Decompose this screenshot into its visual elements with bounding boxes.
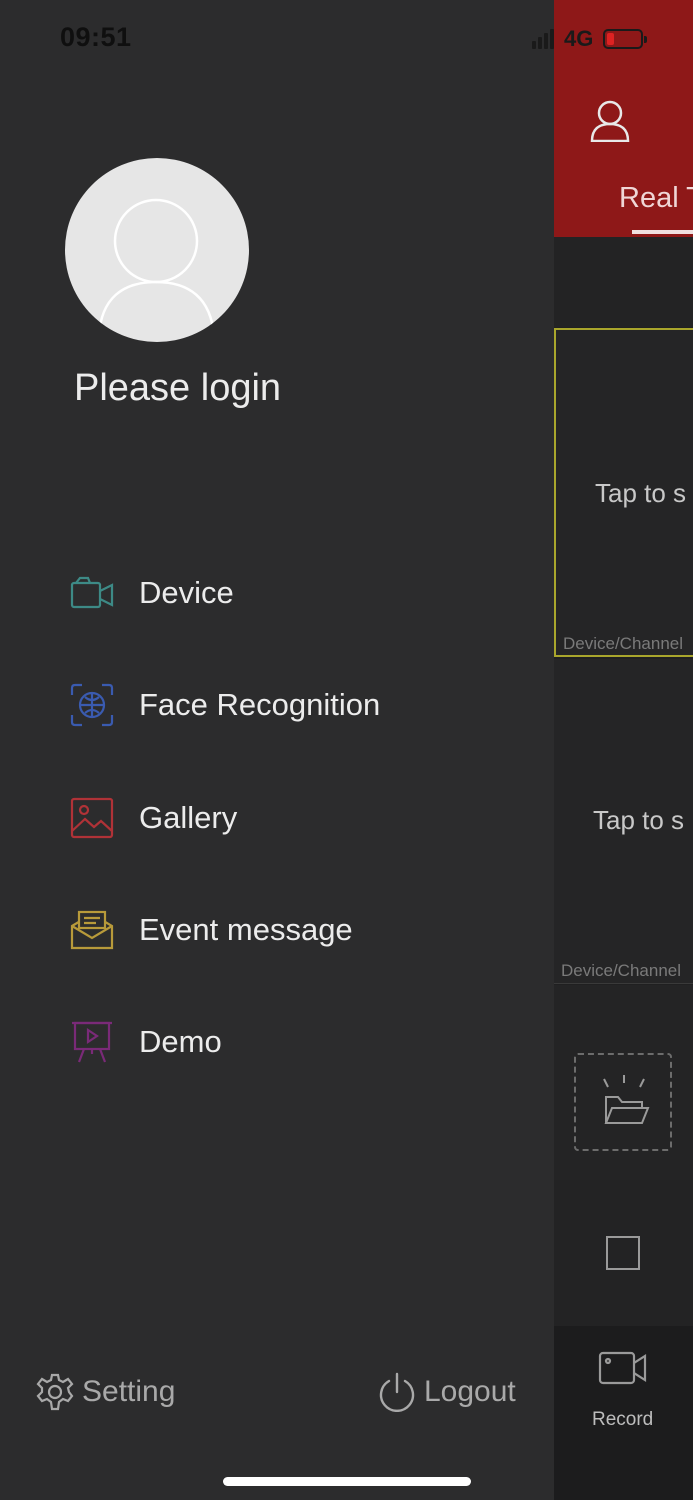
menu-label: Face Recognition (139, 687, 381, 722)
tap-to-select-text: Tap to s (595, 478, 687, 508)
battery-icon (603, 29, 648, 49)
menu-item-gallery[interactable]: Gallery (70, 788, 510, 848)
camera-icon (70, 571, 114, 615)
tab-real-time[interactable]: Real T (619, 182, 693, 215)
gallery-icon (70, 796, 114, 840)
user-icon[interactable] (590, 100, 630, 142)
menu-label: Device (139, 575, 234, 610)
demo-presentation-icon (70, 1020, 114, 1064)
menu-item-event-message[interactable]: Event message (70, 900, 510, 960)
avatar[interactable] (65, 158, 249, 342)
background-app[interactable]: Real T Tap to s Device/Channel Tap to s … (554, 0, 693, 1500)
add-folder-button[interactable] (574, 1053, 672, 1151)
login-prompt[interactable]: Please login (74, 367, 281, 410)
face-recognition-icon (70, 683, 114, 727)
app-screen: Real T Tap to s Device/Channel Tap to s … (0, 0, 693, 1500)
open-folder-icon (603, 1075, 650, 1124)
tab-record[interactable]: Record (592, 1409, 653, 1431)
channel-label: Device/Channel (561, 961, 682, 980)
user-avatar-placeholder-icon (97, 198, 216, 337)
active-tab-indicator (632, 230, 693, 234)
menu-label: Gallery (139, 800, 238, 835)
status-indicators: 4G (532, 26, 648, 52)
network-type: 4G (564, 26, 594, 51)
setting-button[interactable]: Setting (36, 1360, 175, 1424)
signal-icon (532, 29, 554, 49)
home-indicator[interactable] (223, 1477, 471, 1486)
power-icon (379, 1372, 415, 1412)
video-channel-1[interactable]: Tap to s Device/Channel (554, 328, 693, 657)
drawer-footer: Setting Logout (0, 1360, 554, 1424)
menu-item-demo[interactable]: Demo (70, 1012, 510, 1072)
status-time: 09:51 (60, 22, 132, 52)
tap-to-select-text: Tap to s (593, 805, 685, 835)
menu-label: Event message (139, 912, 353, 947)
setting-label: Setting (82, 1375, 176, 1408)
logout-button[interactable]: Logout (378, 1360, 516, 1424)
bottom-tab-bar: Record (554, 1326, 693, 1500)
menu-item-device[interactable]: Device (70, 563, 510, 623)
channel-label: Device/Channel (563, 634, 684, 653)
menu-item-face-recognition[interactable]: Face Recognition (70, 675, 510, 735)
toolbar-strip (554, 237, 693, 327)
video-record-icon[interactable] (598, 1350, 648, 1386)
select-area (554, 1180, 693, 1326)
video-channel-2[interactable]: Tap to s Device/Channel (554, 659, 693, 984)
side-drawer: Please login Device Face Recognition Gal… (0, 0, 554, 1500)
gear-icon (36, 1373, 74, 1411)
menu-label: Demo (139, 1024, 222, 1059)
logout-label: Logout (424, 1375, 516, 1408)
event-message-icon (70, 908, 114, 952)
add-folder-area (554, 985, 693, 1180)
select-checkbox[interactable] (606, 1236, 640, 1270)
